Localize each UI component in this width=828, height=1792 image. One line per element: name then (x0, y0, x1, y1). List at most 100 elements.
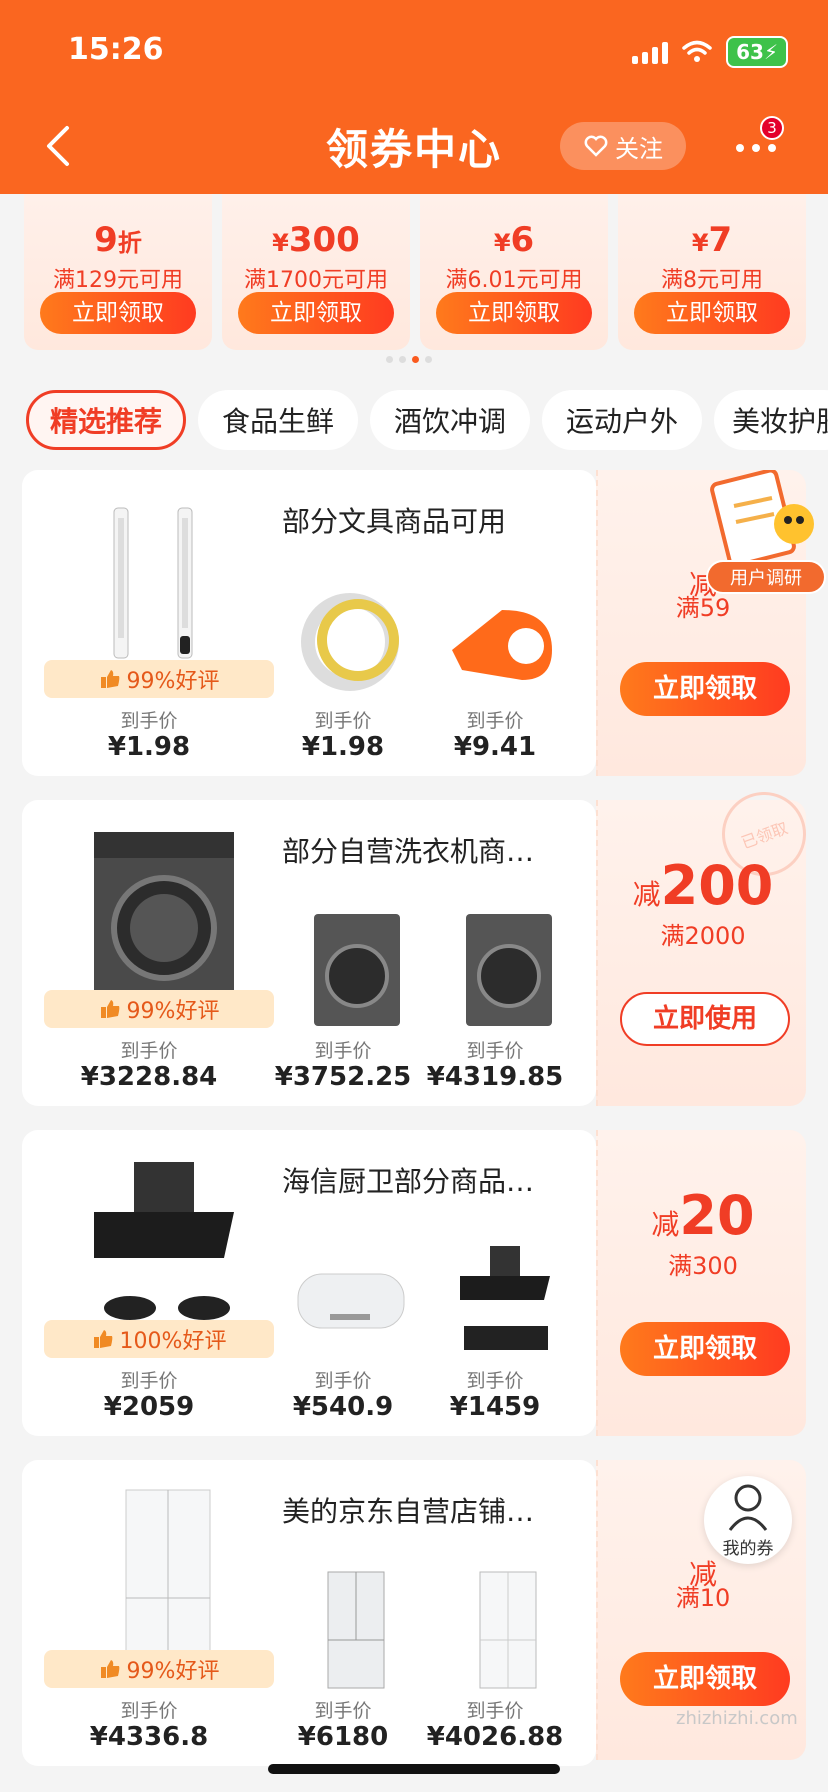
price-label: 到手价 (466, 710, 524, 732)
rating-text: 100%好评 (119, 1329, 227, 1354)
price-label: 到手价 (120, 1040, 178, 1062)
status-bar: 15:26 63⚡ (0, 0, 828, 100)
product-card[interactable]: 部分自营洗衣机商… 99%好评 到手价 ¥3228.84 到手价 ¥3752.2… (22, 800, 596, 1106)
price-value: ¥4319.85 (426, 1062, 564, 1092)
claim-button[interactable]: 立即领取 (620, 662, 790, 716)
top-coupon-card[interactable]: ¥300 满1700元可用 立即领取 (222, 194, 410, 350)
rating-badge: 100%好评 (44, 1320, 274, 1358)
price-value: ¥4336.8 (89, 1722, 209, 1752)
status-icons: 63⚡ (632, 36, 788, 68)
coupon-amount: 9折 (94, 220, 142, 260)
product-card[interactable]: 部分文具商品可用 99%好评 到手价 ¥1.98 到手价 ¥1.98 到手价 ¥… (22, 470, 596, 776)
price-label: 到手价 (466, 1370, 524, 1392)
tab-drinks[interactable]: 酒饮冲调 (370, 390, 530, 450)
product-card[interactable]: 海信厨卫部分商品… 100%好评 到手价 ¥2059 到手价 ¥540.9 到手… (22, 1130, 596, 1436)
card-title: 部分文具商品可用 (282, 505, 507, 538)
watermark: zhizhizhi.com (676, 1708, 798, 1729)
thumbs-up-icon (93, 1330, 112, 1348)
claim-button[interactable]: 立即领取 (436, 292, 592, 334)
signal-icon (632, 40, 669, 64)
price-value: ¥540.9 (292, 1392, 394, 1422)
price-label: 到手价 (314, 1370, 372, 1392)
rating-badge: 99%好评 (44, 660, 274, 698)
price-label: 到手价 (314, 1040, 372, 1062)
rating-badge: 99%好评 (44, 990, 274, 1028)
price-value: ¥1.98 (107, 732, 191, 762)
product-card[interactable]: 美的京东自营店铺… 99%好评 到手价 ¥4336.8 到手价 ¥6180 到手… (22, 1460, 596, 1766)
claim-button[interactable]: 立即领取 (238, 292, 394, 334)
top-coupon-card[interactable]: ¥7 满8元可用 立即领取 (618, 194, 806, 350)
my-coupons-label: 我的券 (722, 1539, 774, 1559)
coupon-amount: ¥6 (493, 220, 535, 260)
wifi-icon (682, 40, 712, 62)
tab-fresh-food[interactable]: 食品生鲜 (198, 390, 358, 450)
range-hood-image (460, 1246, 550, 1350)
top-coupon-card[interactable]: 9折 满129元可用 立即领取 (24, 194, 212, 350)
rating-badge: 99%好评 (44, 1650, 274, 1688)
coupon-condition: 满129元可用 (53, 268, 183, 293)
follow-label: 关注 (615, 134, 663, 163)
price-label: 到手价 (120, 710, 178, 732)
price-label: 到手价 (314, 710, 372, 732)
tape-dispenser-image (452, 610, 552, 680)
tab-sports-outdoor[interactable]: 运动户外 (542, 390, 702, 450)
battery-level: 63 (736, 40, 764, 64)
card-title: 海信厨卫部分商品… (282, 1165, 535, 1198)
card-title: 美的京东自营店铺… (282, 1495, 535, 1528)
notification-badge: 3 (760, 116, 784, 140)
washing-machine-image (466, 914, 552, 1026)
follow-button[interactable]: 关注 (560, 122, 686, 170)
coupon-carousel[interactable]: 9折 满129元可用 立即领取 ¥300 满1700元可用 立即领取 ¥6 满6… (0, 194, 828, 374)
claim-button[interactable]: 立即领取 (40, 292, 196, 334)
price-value: ¥3752.25 (274, 1062, 412, 1092)
price-value: ¥1.98 (301, 732, 385, 762)
price-value: ¥4026.88 (426, 1722, 564, 1752)
coupon-amount: ¥7 (691, 220, 733, 260)
coupon-condition: 满8元可用 (661, 268, 763, 293)
refrigerator-image (327, 1571, 385, 1689)
water-heater-image (297, 1273, 405, 1329)
survey-label[interactable]: 用户调研 (706, 560, 826, 594)
price-value: ¥9.41 (453, 732, 537, 762)
claim-button[interactable]: 立即领取 (620, 1652, 790, 1706)
rating-text: 99%好评 (126, 999, 220, 1024)
carousel-indicator (386, 356, 432, 363)
category-tabs: 精选推荐 食品生鲜 酒饮冲调 运动户外 美妆护肤 (0, 386, 828, 452)
page-title: 领券中心 (325, 125, 502, 174)
coupon-condition: 满1700元可用 (244, 268, 388, 293)
washing-machine-image (314, 914, 400, 1026)
battery-indicator: 63⚡ (726, 36, 788, 68)
tab-featured[interactable]: 精选推荐 (26, 390, 186, 450)
card-title: 部分自营洗衣机商… (282, 835, 535, 868)
rating-text: 99%好评 (126, 1659, 220, 1684)
thumbs-up-icon (100, 670, 119, 688)
tab-beauty[interactable]: 美妆护肤 (714, 390, 828, 450)
use-button[interactable]: 立即使用 (620, 992, 790, 1046)
claim-button[interactable]: 立即领取 (634, 292, 790, 334)
coupon-amount: 减200 (632, 854, 774, 917)
thumbs-up-icon (100, 1660, 119, 1678)
coupon-condition: 满10 (675, 1584, 731, 1612)
coupon-condition: 满2000 (660, 922, 746, 950)
price-value: ¥1459 (449, 1392, 541, 1422)
refrigerator-image (479, 1571, 537, 1689)
coupon-condition: 满300 (668, 1252, 738, 1280)
status-time: 15:26 (68, 32, 164, 67)
coupon-side-panel: 已领取 减200 满2000 立即使用 (596, 780, 818, 1106)
heart-plus-icon (584, 135, 608, 157)
price-value: ¥2059 (103, 1392, 195, 1422)
price-label: 到手价 (120, 1700, 178, 1722)
nav-row: 领券中心 关注 (0, 110, 828, 182)
price-label: 到手价 (466, 1700, 524, 1722)
user-icon (728, 1484, 768, 1531)
price-label: 到手价 (466, 1040, 524, 1062)
price-label: 到手价 (120, 1370, 178, 1392)
thumbs-up-icon (100, 1000, 119, 1018)
my-coupons-button[interactable]: 我的券 (704, 1476, 792, 1564)
coupon-condition: 满6.01元可用 (445, 268, 583, 293)
price-value: ¥6180 (297, 1722, 389, 1752)
top-coupon-card[interactable]: ¥6 满6.01元可用 立即领取 (420, 194, 608, 350)
header-bar: 15:26 63⚡ 领券中心 关注 3 (0, 0, 828, 194)
claim-button[interactable]: 立即领取 (620, 1322, 790, 1376)
coupon-amount: ¥300 (272, 220, 360, 260)
